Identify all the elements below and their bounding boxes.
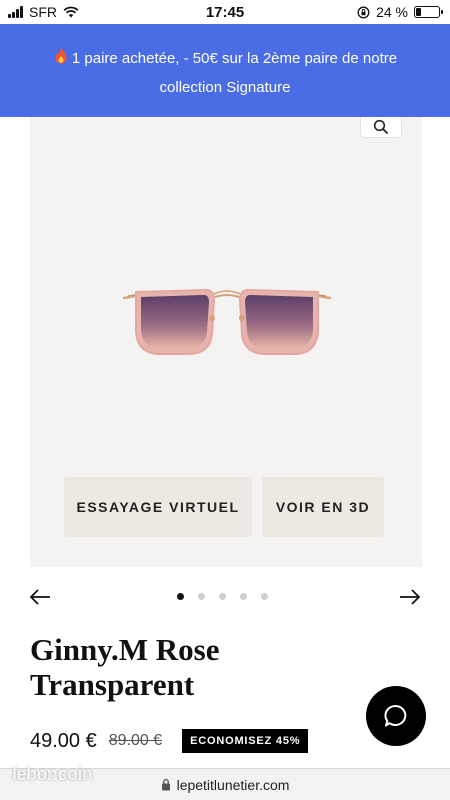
battery-fill [416,8,421,16]
original-price: 89.00 € [108,732,163,749]
carousel-dots [177,593,268,600]
product-image-gallery[interactable]: ESSAYAGE VIRTUEL VOIR EN 3D [30,117,422,567]
status-right: 24 % [357,4,443,20]
promo-text: 1 paire achetée, - 50€ sur la 2ème paire… [71,50,398,96]
promo-banner[interactable]: 1 paire achetée, - 50€ sur la 2ème paire… [0,24,450,117]
image-carousel-nav [0,585,450,609]
carousel-dot[interactable] [219,593,226,600]
sunglasses-image [122,288,332,355]
product-action-buttons: ESSAYAGE VIRTUEL VOIR EN 3D [64,477,384,537]
chat-button[interactable] [366,686,426,746]
current-price: 49.00 € [30,729,97,752]
view-3d-button[interactable]: VOIR EN 3D [262,477,384,537]
carousel-dot[interactable] [198,593,205,600]
carousel-prev-button[interactable] [28,585,52,609]
carousel-dot[interactable] [240,593,247,600]
status-bar: SFR 17:45 24 % [0,0,450,24]
leboncoin-watermark: leboncoin [12,764,93,784]
chat-bubble-icon [384,705,407,727]
battery-percent: 24 % [376,4,408,20]
search-icon [373,119,388,134]
discount-badge: ECONOMISEZ 45% [182,729,309,753]
carousel-next-button[interactable] [398,585,422,609]
lock-icon [161,778,170,791]
carousel-dot[interactable] [261,593,268,600]
carousel-dot[interactable] [177,593,184,600]
fire-icon [55,47,67,64]
price-row: 49.00 € 89.00 € ECONOMISEZ 45% [30,727,309,755]
product-title: Ginny.M Rose Transparent [30,632,220,702]
battery-icon [414,6,443,18]
url-text: lepetitlunetier.com [176,776,290,793]
arrow-left-icon [29,589,50,605]
zoom-button[interactable] [360,117,402,138]
orientation-lock-icon [357,6,370,18]
virtual-tryon-button[interactable]: ESSAYAGE VIRTUEL [64,477,252,537]
arrow-right-icon [400,589,421,605]
